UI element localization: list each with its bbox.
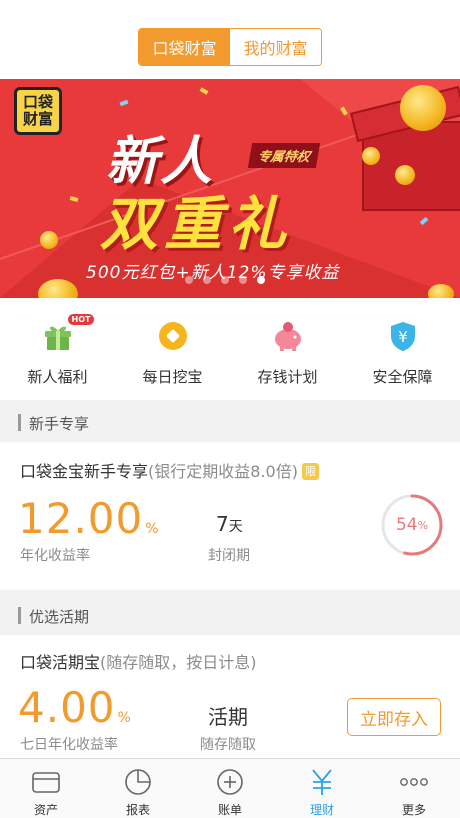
tab-pocket-wealth[interactable]: 口袋财富 (139, 29, 230, 65)
carousel-dot[interactable] (239, 276, 247, 284)
shield-yen-icon: ¥ (387, 320, 419, 352)
product-card-current[interactable]: 口袋活期宝(随存随取，按日计息) 4.00% 七日年化收益率 活期 随存随取 (0, 635, 460, 758)
product-name: 口袋金宝新手专享 (20, 462, 149, 481)
svg-text:¥: ¥ (398, 328, 408, 346)
coin-decoration (362, 147, 380, 165)
product-name: 口袋活期宝 (20, 653, 101, 672)
gift-icon: HOT (42, 314, 95, 352)
product-title: 口袋活期宝(随存随取，按日计息) (20, 649, 257, 673)
coin-decoration (400, 85, 446, 131)
product-title: 口袋金宝新手专享(银行定期收益8.0倍) 限 (20, 458, 319, 482)
tab-more[interactable]: 更多 (368, 759, 460, 818)
rate-label: 年化收益率 (20, 548, 90, 564)
section-title: 优选活期 (29, 608, 90, 626)
term-value: 活期 (208, 705, 248, 729)
seven-day-rate: 4.00% (18, 683, 131, 732)
promo-banner[interactable]: 口袋 财富 新人 专属特权 双重礼 500元红包+新人12%专享收益 (0, 79, 460, 298)
tab-label: 账单 (217, 803, 242, 817)
pocket-wealth-logo: 口袋 财富 (14, 87, 62, 135)
progress-value: 54 (395, 515, 418, 535)
wallet-icon (32, 772, 60, 793)
progress-unit: % (417, 518, 429, 532)
add-circle-icon (217, 769, 243, 795)
quick-link-newbie-benefits[interactable]: HOT 新人福利 (0, 298, 115, 400)
quick-link-savings-plan[interactable]: 存钱计划 (230, 298, 345, 400)
term-label: 封闭期 (208, 548, 250, 564)
term-unit: 天 (228, 519, 243, 535)
tab-label: 报表 (125, 803, 150, 817)
quick-link-label: 每日挖宝 (142, 368, 203, 386)
tab-label: 更多 (401, 803, 426, 817)
product-subtitle: (随存随取，按日计息) (100, 653, 257, 672)
tab-wealth-management[interactable]: 理财 (276, 759, 368, 818)
quick-link-security[interactable]: ¥ 安全保障 (345, 298, 460, 400)
carousel-dot[interactable] (221, 276, 229, 284)
carousel-dot[interactable] (203, 276, 211, 284)
piggy-bank-icon (272, 320, 304, 352)
product-subtitle: (银行定期收益8.0倍) (148, 462, 298, 481)
annual-rate: 12.00% (18, 494, 159, 543)
section-marker (18, 607, 21, 624)
term-label: 随存随取 (200, 737, 256, 753)
tab-label: 资产 (33, 803, 58, 817)
tab-bills[interactable]: 账单 (184, 759, 276, 818)
carousel-dots (185, 276, 265, 284)
quick-link-daily-treasure[interactable]: 每日挖宝 (115, 298, 230, 400)
bottom-tab-bar: 资产 报表 账单 理财 更多 (0, 758, 460, 818)
quick-link-label: 新人福利 (27, 368, 88, 386)
rate-value: 12.00 (18, 494, 144, 543)
segmented-control: 口袋财富 我的财富 (138, 28, 322, 66)
coin-decoration (395, 165, 415, 185)
tab-my-wealth[interactable]: 我的财富 (230, 29, 321, 65)
yen-icon (312, 769, 332, 795)
banner-title: 双重礼 (100, 190, 293, 258)
quick-link-label: 存钱计划 (257, 368, 318, 386)
term-number: 7 (216, 512, 229, 536)
pie-chart-icon (125, 769, 151, 795)
quick-links: HOT 新人福利 每日挖宝 存钱计划 ¥ 安全保障 (0, 298, 460, 400)
top-bar: 口袋财富 我的财富 (0, 0, 460, 79)
quick-link-label: 安全保障 (372, 368, 433, 386)
deposit-now-button[interactable]: 立即存入 (347, 698, 441, 736)
carousel-dot[interactable] (185, 276, 193, 284)
tab-reports[interactable]: 报表 (92, 759, 184, 818)
limited-badge: 限 (301, 463, 319, 480)
tab-label: 理财 (309, 803, 334, 817)
coin-decoration (40, 231, 58, 249)
term-value: 7天 (216, 512, 243, 536)
rate-label: 七日年化收益率 (20, 737, 118, 753)
banner-tag: 专属特权 (247, 143, 321, 168)
section-header-current: 优选活期 (0, 595, 460, 635)
coin-icon (157, 320, 189, 352)
coin-decoration (428, 284, 454, 298)
tab-assets[interactable]: 资产 (0, 759, 92, 818)
carousel-dot-active[interactable] (257, 276, 265, 284)
section-title: 新手专享 (29, 415, 90, 433)
hot-badge: HOT (67, 314, 95, 325)
rate-value: 4.00 (18, 683, 116, 732)
progress-text: 54% (380, 493, 444, 557)
section-marker (18, 414, 21, 431)
rate-unit: % (145, 521, 159, 537)
rate-unit: % (117, 710, 131, 726)
more-icon (400, 778, 428, 786)
section-header-newbie: 新手专享 (0, 402, 460, 442)
